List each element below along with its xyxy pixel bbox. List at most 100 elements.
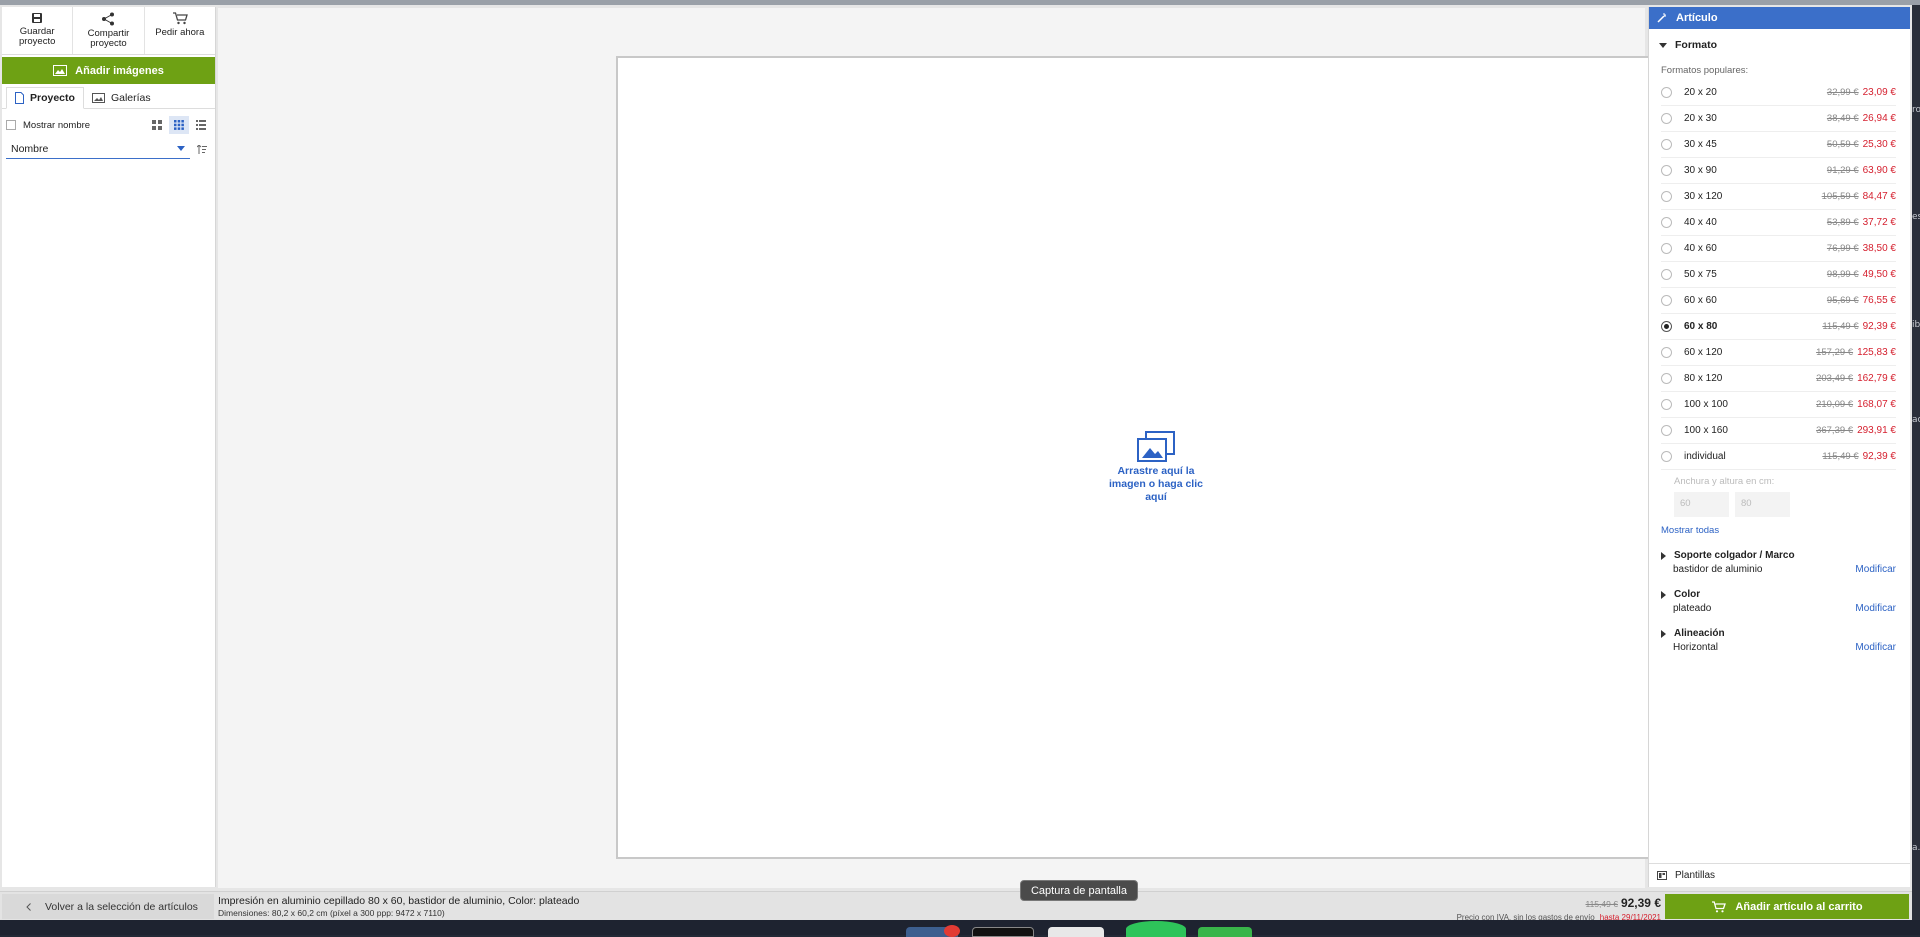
- format-option[interactable]: 100 x 100 210,09 €168,07 €: [1661, 392, 1896, 418]
- product-dimensions: Dimensiones: 80,2 x 60,2 cm (píxel a 300…: [218, 908, 445, 918]
- notification-badge: [944, 925, 960, 937]
- tab-project-label: Proyecto: [30, 92, 75, 104]
- radio-button[interactable]: [1661, 373, 1672, 384]
- gallery-icon: [91, 93, 105, 103]
- format-name: 40 x 40: [1684, 217, 1717, 228]
- small-grid-view-button[interactable]: [169, 116, 189, 134]
- format-sale-price: 49,50 €: [1862, 269, 1896, 280]
- format-option[interactable]: 30 x 120 105,59 €84,47 €: [1661, 184, 1896, 210]
- dock-app-icon[interactable]: [972, 927, 1034, 937]
- image-drop-zone[interactable]: Arrastre aquí la imagen o haga clic aquí: [1098, 431, 1214, 504]
- radio-button[interactable]: [1661, 191, 1672, 202]
- print-canvas[interactable]: Arrastre aquí la imagen o haga clic aquí: [616, 56, 1684, 859]
- format-original-price: 76,99 €: [1826, 243, 1859, 254]
- save-project-button[interactable]: Guardar proyecto: [2, 7, 74, 54]
- view-mode-buttons: [147, 116, 211, 134]
- format-option[interactable]: 20 x 30 38,49 €26,94 €: [1661, 106, 1896, 132]
- format-sale-price: 162,79 €: [1857, 373, 1896, 384]
- chevron-down-icon: [177, 146, 185, 151]
- add-to-cart-button[interactable]: Añadir artículo al carrito: [1665, 894, 1909, 919]
- save-icon: [32, 13, 43, 23]
- format-sale-price: 25,30 €: [1862, 139, 1896, 150]
- background-text-fragment: ac: [1912, 415, 1920, 425]
- radio-button[interactable]: [1661, 139, 1672, 150]
- dock-app-icon[interactable]: [1198, 927, 1252, 937]
- format-name: 80 x 120: [1684, 373, 1723, 384]
- radio-button[interactable]: [1661, 321, 1672, 332]
- format-section-toggle[interactable]: Formato: [1649, 32, 1910, 58]
- show-all-formats-link[interactable]: Mostrar todas: [1649, 525, 1910, 536]
- project-toolbar: Guardar proyecto Compartir proyecto Pedi…: [2, 7, 215, 55]
- templates-label: Plantillas: [1675, 870, 1716, 881]
- radio-button[interactable]: [1661, 87, 1672, 98]
- custom-width-input[interactable]: 60: [1674, 492, 1729, 517]
- format-option[interactable]: 60 x 60 95,69 €76,55 €: [1661, 288, 1896, 314]
- format-sale-price: 63,90 €: [1862, 165, 1896, 176]
- order-now-label: Pedir ahora: [155, 27, 205, 38]
- radio-button[interactable]: [1661, 243, 1672, 254]
- option-hanging-frame-toggle[interactable]: Soporte colgador / Marco: [1661, 550, 1896, 561]
- format-option[interactable]: 100 x 160 367,39 €293,91 €: [1661, 418, 1896, 444]
- large-grid-view-button[interactable]: [147, 116, 167, 134]
- option-title: Soporte colgador / Marco: [1674, 550, 1795, 561]
- templates-button[interactable]: Plantillas: [1649, 863, 1910, 887]
- format-option[interactable]: 60 x 80 115,49 €92,39 €: [1661, 314, 1896, 340]
- format-option[interactable]: 60 x 120 157,29 €125,83 €: [1661, 340, 1896, 366]
- background-text-fragment: es: [1912, 212, 1920, 222]
- radio-button[interactable]: [1661, 217, 1672, 228]
- show-name-checkbox[interactable]: [6, 120, 16, 130]
- format-option[interactable]: 80 x 120 203,49 €162,79 €: [1661, 366, 1896, 392]
- format-sale-price: 168,07 €: [1857, 399, 1896, 410]
- radio-button[interactable]: [1661, 165, 1672, 176]
- radio-button[interactable]: [1661, 295, 1672, 306]
- format-name: 30 x 45: [1684, 139, 1717, 150]
- dock-app-icon[interactable]: [1048, 927, 1104, 937]
- add-images-button[interactable]: Añadir imágenes: [2, 57, 215, 84]
- format-original-price: 91,29 €: [1826, 165, 1859, 176]
- option-color-toggle[interactable]: Color: [1661, 589, 1896, 600]
- radio-button[interactable]: [1661, 347, 1672, 358]
- radio-button[interactable]: [1661, 269, 1672, 280]
- tab-galleries[interactable]: Galerías: [84, 87, 159, 109]
- format-section-title: Formato: [1675, 39, 1717, 51]
- radio-button[interactable]: [1661, 113, 1672, 124]
- share-project-button[interactable]: Compartir proyecto: [73, 7, 145, 54]
- format-option[interactable]: 30 x 45 50,59 €25,30 €: [1661, 132, 1896, 158]
- modify-color-link[interactable]: Modificar: [1855, 603, 1896, 614]
- list-view-button[interactable]: [191, 116, 211, 134]
- format-option[interactable]: 50 x 75 98,99 €49,50 €: [1661, 262, 1896, 288]
- source-tabs: Proyecto Galerías: [2, 87, 215, 109]
- format-name: 60 x 120: [1684, 347, 1723, 358]
- custom-height-input[interactable]: 80: [1735, 492, 1790, 517]
- option-sections: Soporte colgador / Marco bastidor de alu…: [1649, 550, 1910, 653]
- format-option[interactable]: 40 x 60 76,99 €38,50 €: [1661, 236, 1896, 262]
- format-original-price: 367,39 €: [1816, 425, 1854, 436]
- format-name: 50 x 75: [1684, 269, 1717, 280]
- cart-icon: [172, 12, 188, 25]
- sort-direction-button[interactable]: [195, 141, 209, 157]
- sort-select[interactable]: Nombre: [6, 139, 190, 159]
- tab-project[interactable]: Proyecto: [6, 87, 84, 109]
- format-option[interactable]: 40 x 40 53,89 €37,72 €: [1661, 210, 1896, 236]
- format-option[interactable]: 20 x 20 32,99 €23,09 €: [1661, 80, 1896, 106]
- radio-button[interactable]: [1661, 399, 1672, 410]
- show-name-label: Mostrar nombre: [23, 119, 91, 131]
- format-option[interactable]: 30 x 90 91,29 €63,90 €: [1661, 158, 1896, 184]
- modify-alignment-link[interactable]: Modificar: [1855, 642, 1896, 653]
- radio-button[interactable]: [1661, 425, 1672, 436]
- modify-frame-link[interactable]: Modificar: [1855, 564, 1896, 575]
- total-price: 92,39 €: [1620, 896, 1661, 910]
- format-option[interactable]: individual 115,49 €92,39 €: [1661, 444, 1896, 470]
- format-original-price: 210,09 €: [1816, 399, 1854, 410]
- option-alignment: Alineación Horizontal Modificar: [1649, 628, 1910, 653]
- order-now-button[interactable]: Pedir ahora: [145, 7, 215, 54]
- back-to-articles-button[interactable]: Volver a la selección de artículos: [2, 894, 214, 919]
- format-original-price: 105,59 €: [1821, 191, 1859, 202]
- article-panel-title: Artículo: [1676, 12, 1718, 24]
- option-alignment-toggle[interactable]: Alineación: [1661, 628, 1896, 639]
- document-icon: [15, 92, 24, 104]
- radio-button[interactable]: [1661, 451, 1672, 462]
- editor-canvas-area: Arrastre aquí la imagen o haga clic aquí: [218, 8, 1684, 888]
- format-sale-price: 37,72 €: [1862, 217, 1896, 228]
- article-panel: Artículo Formato Formatos populares: 20 …: [1648, 7, 1910, 887]
